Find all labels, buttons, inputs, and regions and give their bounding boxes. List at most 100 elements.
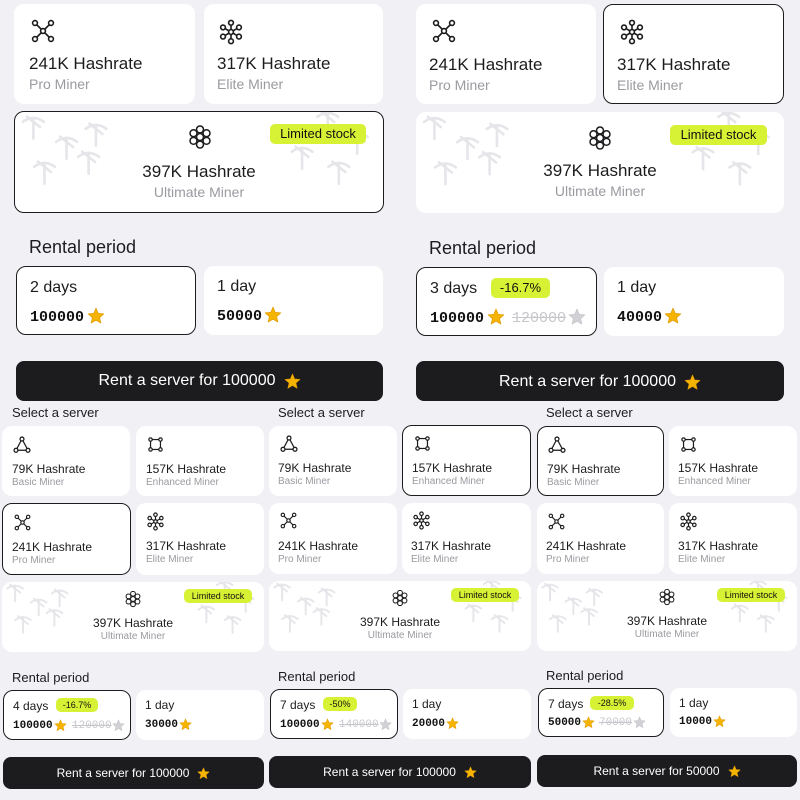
rental-days-label: 4 days — [13, 699, 49, 713]
tier-label: Pro Miner — [278, 554, 322, 565]
server-card-pro[interactable]: 241K Hashrate Pro Miner — [416, 4, 596, 104]
server-card-pro[interactable]: 241K Hashrate Pro Miner — [537, 503, 664, 574]
rental-days-label: 2 days — [30, 279, 78, 296]
rental-option-selected[interactable]: 3 days -16.7% 100000 120000 — [416, 267, 597, 336]
server-card-pro[interactable]: 241K Hashrate Pro Miner — [269, 503, 397, 574]
tier-label: Basic Miner — [278, 476, 331, 487]
server-card-basic[interactable]: 79K Hashrate Basic Miner — [269, 426, 397, 496]
network-4-node-icon — [14, 514, 31, 531]
rental-option-selected[interactable]: 7 days -50% 100000 140000 — [270, 689, 398, 739]
star-icon-muted — [379, 718, 392, 731]
rental-days-label: 1 day — [217, 278, 257, 295]
tier-label: Pro Miner — [29, 76, 90, 92]
network-4-node-icon — [280, 512, 297, 529]
star-icon — [728, 765, 741, 778]
hashrate-label: 317K Hashrate — [411, 539, 492, 553]
limited-stock-badge: Limited stock — [270, 124, 366, 144]
network-4-node-icon — [31, 19, 55, 43]
server-card-ultimate[interactable]: Limited stock 397K Hashrate Ultimate Min… — [2, 582, 264, 652]
old-price: 70000 — [599, 717, 633, 729]
rental-option[interactable]: 1 day 30000 — [136, 690, 264, 740]
tier-label: Elite Miner — [217, 76, 284, 92]
server-card-elite[interactable]: 317K Hashrate Elite Miner — [204, 4, 383, 104]
star-icon — [179, 718, 192, 731]
server-card-ultimate[interactable]: Limited stock 397K Hashrate Ultimate Min… — [537, 581, 797, 651]
server-card-pro[interactable]: 241K Hashrate Pro Miner — [2, 503, 131, 575]
star-icon — [87, 307, 105, 325]
star-icon — [713, 715, 726, 728]
rent-server-button[interactable]: Rent a server for 50000 — [537, 755, 797, 787]
hashrate-label: 317K Hashrate — [146, 539, 227, 553]
limited-stock-badge: Limited stock — [451, 588, 519, 602]
network-4-node-icon — [548, 513, 565, 530]
server-card-elite[interactable]: 317K Hashrate Elite Miner — [402, 503, 531, 574]
star-icon — [582, 716, 595, 729]
hashrate-label: 157K Hashrate — [146, 462, 227, 476]
rental-period-title: Rental period — [429, 238, 537, 258]
rental-option[interactable]: 1 day 20000 — [403, 689, 531, 739]
rental-option-selected[interactable]: 4 days -16.7% 100000 120000 — [3, 690, 131, 740]
star-icon-muted — [112, 719, 125, 732]
tier-label: Ultimate Miner — [367, 630, 433, 641]
rental-price: 10000 — [679, 716, 713, 728]
rental-days-label: 3 days — [430, 280, 478, 297]
server-card-pro[interactable]: 241K Hashrate Pro Miner — [14, 4, 195, 104]
rent-button-label: Rent a server for 100000 — [499, 373, 676, 390]
server-card-basic[interactable]: 79K Hashrate Basic Miner — [537, 426, 664, 496]
rental-option-selected[interactable]: 2 days 100000 — [16, 266, 196, 335]
tier-label: Enhanced Miner — [146, 477, 219, 488]
triangle-nodes-icon — [280, 435, 298, 453]
rent-server-button[interactable]: Rent a server for 100000 — [3, 757, 264, 789]
hashrate-label: 241K Hashrate — [29, 54, 143, 73]
server-card-basic[interactable]: 79K Hashrate Basic Miner — [2, 426, 130, 496]
hexagon-cluster-icon — [658, 588, 676, 606]
server-card-enhanced[interactable]: 157K Hashrate Enhanced Miner — [669, 426, 797, 496]
rental-price: 30000 — [145, 719, 179, 731]
rental-price: 20000 — [412, 718, 446, 730]
server-card-elite[interactable]: 317K Hashrate Elite Miner — [669, 503, 797, 574]
server-card-elite[interactable]: 317K Hashrate Elite Miner — [136, 503, 264, 575]
rental-option[interactable]: 1 day 10000 — [670, 688, 797, 737]
network-6-node-icon — [146, 512, 165, 531]
star-icon — [664, 307, 682, 325]
rental-period-title: Rental period — [546, 668, 624, 683]
square-nodes-icon — [147, 436, 164, 453]
server-card-enhanced[interactable]: 157K Hashrate Enhanced Miner — [402, 425, 531, 496]
star-icon — [284, 373, 301, 390]
tier-label: Enhanced Miner — [678, 476, 751, 487]
tier-label: Enhanced Miner — [412, 476, 485, 487]
server-card-ultimate[interactable]: Limited stock 397K Hashrate Ultimate Min… — [14, 111, 384, 213]
tier-label: Elite Miner — [678, 554, 726, 565]
server-card-enhanced[interactable]: 157K Hashrate Enhanced Miner — [136, 426, 264, 496]
rental-option-selected[interactable]: 7 days -28.5% 50000 70000 — [538, 688, 664, 737]
rent-server-button[interactable]: Rent a server for 100000 — [16, 361, 383, 401]
server-card-elite[interactable]: 317K Hashrate Elite Miner — [603, 4, 784, 104]
server-card-ultimate[interactable]: Limited stock 397K Hashrate Ultimate Min… — [416, 112, 784, 213]
triangle-nodes-icon — [548, 436, 566, 454]
network-6-node-icon — [412, 511, 431, 530]
tier-label: Ultimate Miner — [554, 183, 646, 199]
star-icon — [684, 374, 701, 391]
rental-price: 100000 — [430, 310, 485, 327]
rent-server-button[interactable]: Rent a server for 100000 — [416, 361, 784, 401]
network-6-node-icon — [218, 19, 244, 45]
rent-button-label: Rent a server for 100000 — [98, 372, 276, 389]
old-price: 120000 — [72, 720, 112, 732]
limited-stock-badge: Limited stock — [670, 125, 767, 145]
server-card-ultimate[interactable]: Limited stock 397K Hashrate Ultimate Min… — [269, 581, 531, 651]
hexagon-cluster-icon — [587, 125, 613, 151]
star-icon-muted — [633, 716, 646, 729]
tier-label: Pro Miner — [546, 554, 590, 565]
discount-badge: -16.7% — [56, 698, 98, 712]
rental-option[interactable]: 1 day 40000 — [604, 267, 784, 336]
rental-option[interactable]: 1 day 50000 — [204, 266, 383, 335]
tier-label: Basic Miner — [12, 477, 65, 488]
hashrate-label: 397K Hashrate — [359, 615, 441, 629]
old-price: 120000 — [512, 310, 567, 327]
hashrate-label: 397K Hashrate — [543, 161, 657, 180]
select-server-title: Select a server — [12, 405, 99, 420]
rent-server-button[interactable]: Rent a server for 100000 — [269, 756, 531, 788]
star-icon — [197, 767, 210, 780]
tier-label: Ultimate Miner — [100, 631, 166, 642]
star-icon — [321, 718, 334, 731]
